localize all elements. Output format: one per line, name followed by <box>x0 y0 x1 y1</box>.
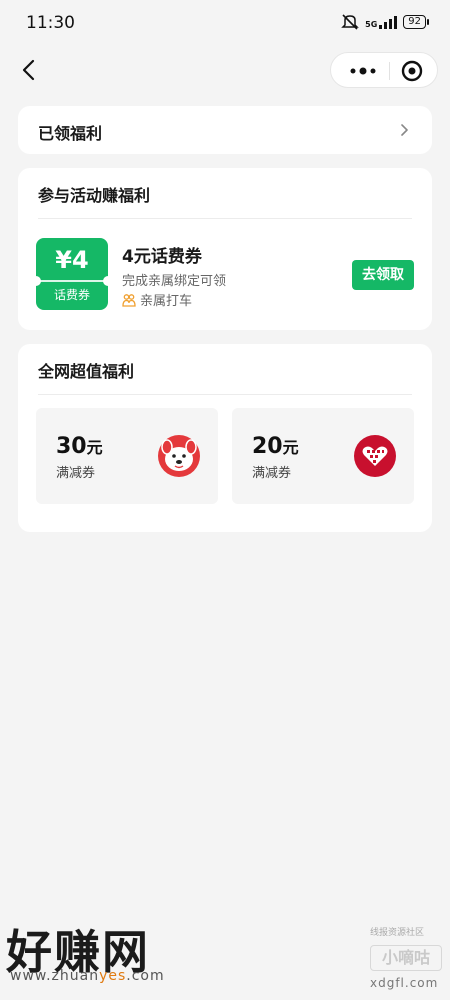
status-bar: 11:30 5G 92 <box>0 0 450 48</box>
battery-icon: 92 <box>403 15 429 29</box>
network-indicator: 5G <box>365 15 398 29</box>
watermark-badge: 小嘀咕 <box>370 945 442 971</box>
received-benefits-title: 已领福利 <box>38 124 103 143</box>
chevron-right-icon <box>401 124 408 136</box>
watermark-url-highlight: yes <box>99 968 127 984</box>
coupon-name: 4元话费券 <box>122 247 202 267</box>
coupon-source: 亲属打车 <box>122 290 192 309</box>
miniapp-capsule <box>330 52 438 88</box>
family-icon <box>122 293 136 307</box>
coupon-condition: 完成亲属绑定可领 <box>122 274 227 289</box>
pinduoduo-heart-logo-icon <box>354 435 396 477</box>
watermark-url: www.zhuanyes.com <box>10 968 165 984</box>
deal-amount-unit: 元 <box>86 438 103 457</box>
claim-button[interactable]: 去领取 <box>352 260 414 290</box>
watermark-url-prefix: www.zhuan <box>10 968 100 984</box>
deal-label: 满减券 <box>56 466 96 481</box>
received-benefits-row[interactable]: 已领福利 <box>18 106 432 154</box>
deal-amount-value: 20 <box>252 434 283 459</box>
status-time: 11:30 <box>26 13 75 33</box>
watermark-domain: xdgfl.com <box>370 976 439 990</box>
jd-dog-logo-icon <box>158 435 200 477</box>
deals-card: 全网超值福利 30元 满减券 20元 满减券 <box>18 344 432 532</box>
coupon-separator <box>36 280 108 282</box>
deal-item-jd[interactable]: 30元 满减券 <box>36 408 218 504</box>
deals-title: 全网超值福利 <box>38 362 135 381</box>
mute-icon <box>341 14 359 30</box>
coupon-amount: ¥4 <box>55 246 89 274</box>
deal-item-pdd[interactable]: 20元 满减券 <box>232 408 414 504</box>
activity-card: 参与活动赚福利 ¥4 话费券 4元话费券 完成亲属绑定可领 亲属打车 去领取 <box>18 168 432 330</box>
divider <box>38 394 412 395</box>
coupon-notch-left <box>36 276 41 286</box>
watermark-url-suffix: .com <box>126 968 165 984</box>
deal-amount-unit: 元 <box>282 438 299 457</box>
divider <box>38 218 412 219</box>
more-dots-icon[interactable] <box>343 57 383 85</box>
back-icon[interactable] <box>16 56 44 84</box>
signal-icon <box>379 15 398 29</box>
status-icons: 5G 92 <box>341 14 429 30</box>
coupon-kind: 话费券 <box>53 288 90 302</box>
deal-amount: 20元 <box>252 434 299 459</box>
network-label: 5G <box>365 20 378 29</box>
watermark-community: 线报资源社区 <box>370 928 425 938</box>
deal-label: 满减券 <box>252 466 292 481</box>
activity-title: 参与活动赚福利 <box>38 186 151 205</box>
deal-amount-value: 30 <box>56 434 87 459</box>
coupon-badge: ¥4 话费券 <box>36 238 108 310</box>
target-icon[interactable] <box>397 57 427 85</box>
capsule-divider <box>389 62 390 80</box>
coupon-source-label: 亲属打车 <box>140 294 193 309</box>
coupon-notch-right <box>103 276 108 286</box>
deal-amount: 30元 <box>56 434 103 459</box>
